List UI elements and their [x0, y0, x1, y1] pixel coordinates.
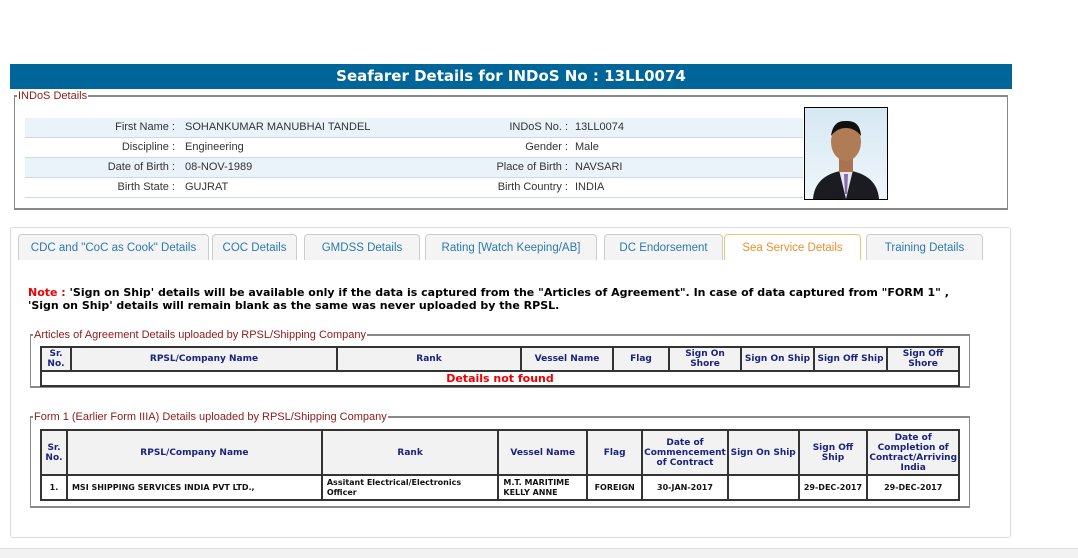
col-header: Sign Off Ship	[797, 429, 869, 476]
tab-cdc[interactable]: CDC and "CoC as Cook" Details	[18, 234, 209, 260]
birth-state-label: Birth State :	[117, 181, 175, 193]
cell-sign-on-ship	[726, 474, 800, 501]
col-header: Sign On Shore	[668, 346, 742, 372]
discipline-value: Engineering	[185, 141, 244, 153]
birth-state-value: GUJRAT	[185, 181, 229, 193]
col-header: Sign On Ship	[740, 346, 815, 372]
indos-no-value: 13LL0074	[575, 121, 624, 133]
tab-dc-endorsement[interactable]: DC Endorsement	[604, 234, 723, 260]
place-of-birth-label: Place of Birth :	[496, 161, 568, 173]
col-header: Vessel Name	[497, 429, 589, 476]
gender-label: Gender :	[525, 141, 568, 153]
details-not-found: Details not found	[40, 370, 960, 387]
indos-no-label: INDoS No. :	[509, 121, 568, 133]
col-header: Flag	[612, 346, 670, 372]
col-header: Rank	[320, 429, 500, 476]
col-header: Sign Off Shore	[886, 346, 960, 372]
cell-flag: FOREIGN	[586, 474, 644, 501]
tab-gmdss[interactable]: GMDSS Details	[304, 234, 420, 260]
place-of-birth-value: NAVSARI	[575, 161, 623, 173]
tab-rating[interactable]: Rating [Watch Keeping/AB]	[425, 234, 597, 260]
discipline-label: Discipline :	[121, 141, 175, 153]
cell-rank: Assitant Electrical/Electronics Officer	[320, 474, 500, 501]
note-text: Note : 'Sign on Ship' details will be av…	[28, 286, 978, 312]
tab-coc[interactable]: COC Details	[212, 234, 297, 260]
col-header: Flag	[586, 429, 644, 476]
seafarer-photo	[804, 107, 888, 200]
col-header: Sign Off Ship	[813, 346, 888, 372]
birth-country-label: Birth Country :	[497, 181, 568, 193]
page-title: Seafarer Details for INDoS No : 13LL0074	[10, 64, 1012, 89]
gender-value: Male	[575, 141, 599, 153]
col-header: Rank	[336, 346, 522, 372]
col-header: Sign On Ship	[726, 429, 800, 476]
col-header: Date of Commencement of Contract	[641, 429, 729, 476]
aoa-legend: Articles of Agreement Details uploaded b…	[34, 329, 367, 341]
detail-row: Discipline : Engineering Gender : Male	[25, 138, 803, 158]
note-body: 'Sign on Ship' details will be available…	[28, 286, 949, 312]
cell-sr: 1.	[40, 474, 68, 501]
col-header: Sr. No.	[40, 346, 72, 372]
col-header: Sr. No.	[40, 429, 68, 476]
detail-row: First Name : SOHANKUMAR MANUBHAI TANDEL …	[25, 118, 803, 138]
dob-label: Date of Birth :	[107, 161, 175, 173]
detail-row: Date of Birth : 08-NOV-1989 Place of Bir…	[25, 158, 803, 178]
first-name-value: SOHANKUMAR MANUBHAI TANDEL	[185, 121, 371, 133]
col-header: RPSL/Company Name	[70, 346, 338, 372]
cell-completion: 29-DEC-2017	[866, 474, 960, 501]
cell-sign-off-ship: 29-DEC-2017	[797, 474, 869, 501]
col-header: Vessel Name	[520, 346, 614, 372]
detail-row: Birth State : GUJRAT Birth Country : IND…	[25, 178, 803, 198]
cell-commencement: 30-JAN-2017	[641, 474, 729, 501]
first-name-label: First Name :	[115, 121, 175, 133]
birth-country-value: INDIA	[575, 181, 605, 193]
dob-value: 08-NOV-1989	[185, 161, 253, 173]
aoa-table: Sr. No. RPSL/Company Name Rank Vessel Na…	[40, 346, 960, 387]
col-header: RPSL/Company Name	[65, 429, 323, 476]
col-header: Date of Completion of Contract/Arriving …	[866, 429, 960, 476]
form1-legend: Form 1 (Earlier Form IIIA) Details uploa…	[34, 411, 387, 423]
tab-sea-service[interactable]: Sea Service Details	[724, 234, 861, 260]
cell-vessel: M.T. MARITIME KELLY ANNE	[497, 474, 589, 501]
indos-details-legend: INDoS Details	[18, 90, 88, 102]
tab-training[interactable]: Training Details	[866, 234, 983, 260]
cell-company: MSI SHIPPING SERVICES INDIA PVT LTD.,	[65, 474, 323, 501]
note-label: Note :	[28, 286, 66, 299]
form1-table: Sr. No. RPSL/Company Name Rank Vessel Na…	[40, 429, 960, 501]
table-row: 1. MSI SHIPPING SERVICES INDIA PVT LTD.,…	[40, 474, 960, 501]
